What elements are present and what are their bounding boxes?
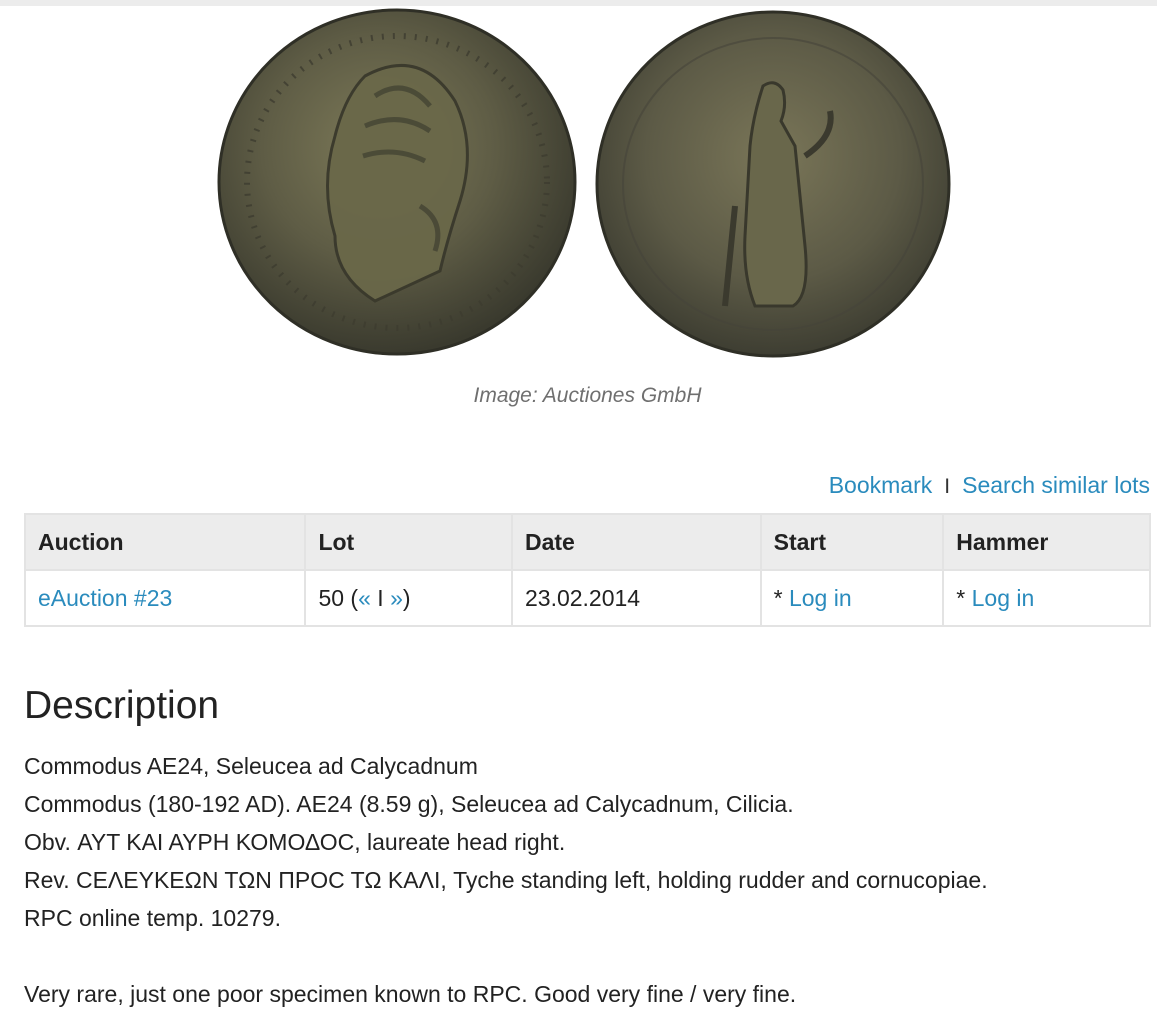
actions-separator: I (944, 475, 951, 498)
start-login-link[interactable]: Log in (789, 585, 852, 611)
image-caption: Image: Auctiones GmbH (473, 384, 702, 407)
header-auction: Auction (23, 513, 307, 571)
cell-start: * Log in (759, 569, 945, 627)
start-prefix: * (773, 584, 789, 611)
description-line: Commodus (180-192 AD). AE24 (8.59 g), Se… (24, 791, 794, 817)
search-similar-lots-link[interactable]: Search similar lots (962, 472, 1150, 498)
header-hammer: Hammer (942, 513, 1151, 571)
header-start: Start (759, 513, 945, 571)
auction-link[interactable]: eAuction #23 (38, 585, 172, 611)
description-body: Commodus AE24, Seleucea ad Calycadnum Co… (24, 751, 1144, 1017)
cell-auction: eAuction #23 (23, 569, 307, 627)
cell-lot: 50 (« I ») (304, 569, 513, 627)
bookmark-link[interactable]: Bookmark (829, 472, 933, 498)
description-title: Description (24, 684, 220, 727)
description-line: Very rare, just one poor specimen known … (24, 981, 797, 1007)
description-line: RPC online temp. 10279. (24, 905, 281, 931)
header-lot: Lot (304, 513, 513, 571)
next-lot-link[interactable]: » (390, 585, 403, 611)
auction-lot-table: Auction Lot Date Start Hammer eAuction #… (23, 513, 1151, 627)
cell-date: 23.02.2014 (510, 569, 762, 627)
hammer-prefix: * (956, 584, 972, 611)
description-line: Commodus AE24, Seleucea ad Calycadnum (24, 753, 478, 779)
table-header-row: Auction Lot Date Start Hammer (23, 513, 1151, 571)
lot-nav-separator: I (370, 584, 391, 611)
description-line: Rev. ϹΕΛΕΥΚΕΩΝ ΤΩΝ ΠΡΟϹ ΤΩ ΚΑΛΙ, Tyche s… (24, 867, 988, 893)
header-date: Date (510, 513, 762, 571)
coin-reverse (595, 10, 951, 358)
description-line: Obv. ΑΥΤ ΚΑΙ ΑΥΡΗ ΚΟΜΟΔΟϹ, laureate head… (24, 829, 566, 855)
previous-lot-link[interactable]: « (358, 585, 371, 611)
lot-actions: Bookmark I Search similar lots (829, 472, 1150, 499)
hammer-login-link[interactable]: Log in (972, 585, 1035, 611)
coin-image (217, 8, 951, 358)
cell-hammer: * Log in (942, 569, 1151, 627)
table-row: eAuction #23 50 (« I ») 23.02.2014 * Log… (23, 569, 1151, 627)
coin-obverse (217, 8, 577, 356)
lot-close-paren: ) (402, 584, 411, 611)
lot-number: 50 ( (318, 584, 359, 611)
description-line (24, 941, 1144, 979)
